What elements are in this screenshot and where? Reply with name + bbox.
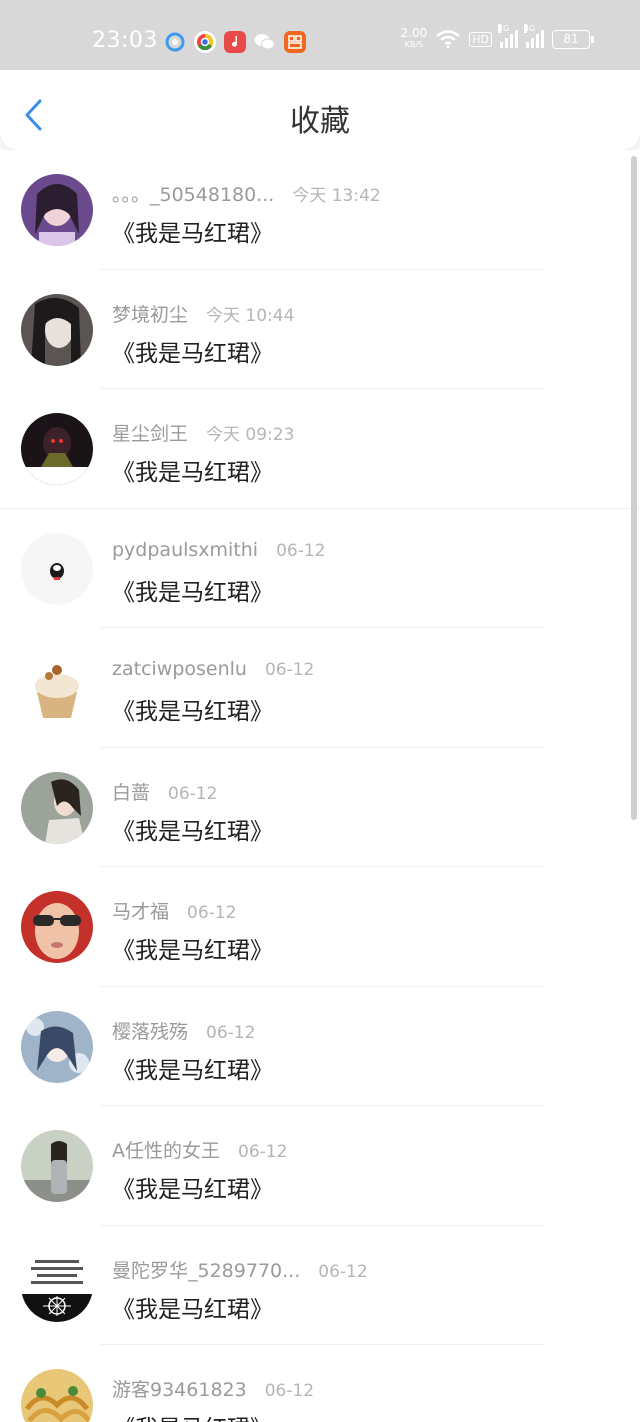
avatar[interactable] <box>21 532 93 605</box>
item-meta: 游客93461823 06-12 <box>112 1375 314 1402</box>
timestamp: 06-12 <box>168 783 218 804</box>
item-content[interactable]: 《我是马红珺》 <box>112 334 273 368</box>
page-title: 收藏 <box>290 104 350 139</box>
timestamp: 06-12 <box>238 1142 288 1162</box>
avatar[interactable] <box>21 652 93 724</box>
item-content[interactable]: 《我是马红珺》 <box>112 1290 273 1324</box>
hd-badge: HD <box>469 31 492 47</box>
battery-indicator: 81 <box>552 29 594 49</box>
item-meta: 梦境初尘 今天 10:44 <box>112 300 294 327</box>
item-meta: 。。。_50548180... 今天 13:42 <box>112 180 381 207</box>
timestamp: 06-12 <box>276 540 326 561</box>
list-item[interactable]: 曼陀罗华_5289770... 06-12 《我是马红珺》 <box>0 1226 640 1345</box>
item-content[interactable]: 《我是马红珺》 <box>112 1409 273 1422</box>
network-speed: 2.00 KB/S <box>400 26 428 49</box>
item-content[interactable]: 《我是马红珺》 <box>112 812 273 846</box>
status-bar: 23:03 2.00 KB/S HD 4G 4G 81 <box>0 0 640 70</box>
item-meta: pydpaulsxmithi 06-12 <box>112 539 326 561</box>
scrollbar[interactable] <box>631 156 637 820</box>
avatar[interactable] <box>21 1010 93 1083</box>
item-meta: 樱落残殇 06-12 <box>112 1017 255 1044</box>
status-time: 23:03 <box>92 28 158 53</box>
username[interactable]: 马才福 <box>112 897 169 924</box>
avatar[interactable] <box>21 1369 93 1422</box>
item-meta: 星尘剑王 今天 09:23 <box>112 419 294 446</box>
timestamp: 06-12 <box>318 1261 368 1282</box>
username[interactable]: 樱落残殇 <box>112 1017 188 1044</box>
signal-icon: 4G <box>524 24 544 48</box>
timestamp: 今天 13:42 <box>292 186 381 206</box>
avatar[interactable] <box>21 891 93 963</box>
item-meta: 白蔷 06-12 <box>112 778 217 805</box>
timestamp: 06-12 <box>206 1022 256 1043</box>
item-meta: 马才福 06-12 <box>112 897 236 924</box>
timestamp: 今天 09:23 <box>206 425 295 445</box>
list-item[interactable]: 。。。_50548180... 今天 13:42 《我是马红珺》 <box>0 150 640 270</box>
timestamp: 06-12 <box>264 1381 315 1401</box>
item-meta: A任性的女王 06-12 <box>112 1136 287 1163</box>
music-icon <box>224 31 246 53</box>
timestamp: 06-12 <box>264 660 315 680</box>
avatar[interactable] <box>21 1130 93 1202</box>
browser-icon <box>164 31 186 53</box>
list-item[interactable]: 白蔷 06-12 《我是马红珺》 <box>0 748 640 867</box>
item-content[interactable]: 《我是马红珺》 <box>112 453 273 487</box>
list-item[interactable]: A任性的女王 06-12 《我是马红珺》 <box>0 1106 640 1226</box>
app-header: 收藏 <box>0 70 640 150</box>
username[interactable]: 游客93461823 <box>112 1375 247 1402</box>
username[interactable]: 白蔷 <box>112 778 150 805</box>
list-item[interactable]: zatciwposenlu 06-12 《我是马红珺》 <box>0 628 640 748</box>
avatar[interactable] <box>21 771 93 844</box>
list-item[interactable]: 游客93461823 06-12 《我是马红珺》 <box>0 1345 640 1422</box>
item-content[interactable]: 《我是马红珺》 <box>112 214 273 248</box>
item-content[interactable]: 《我是马红珺》 <box>112 573 273 607</box>
favorites-list[interactable]: 。。。_50548180... 今天 13:42 《我是马红珺》 梦境初尘 今天… <box>0 150 640 1422</box>
timestamp: 今天 10:44 <box>206 305 295 326</box>
item-content[interactable]: 《我是马红珺》 <box>112 931 273 965</box>
signal-icon: 4G <box>498 24 518 48</box>
username[interactable]: 梦境初尘 <box>112 300 188 327</box>
username[interactable]: 。。。_50548180... <box>112 180 274 207</box>
wifi-icon <box>436 30 461 49</box>
item-meta: 曼陀罗华_5289770... 06-12 <box>112 1256 368 1283</box>
wechat-icon <box>254 31 276 53</box>
username[interactable]: 星尘剑王 <box>112 419 188 446</box>
username[interactable]: A任性的女王 <box>112 1136 220 1163</box>
chrome-icon <box>194 31 216 53</box>
username[interactable]: pydpaulsxmithi <box>112 539 258 561</box>
list-item[interactable]: 星尘剑王 今天 09:23 《我是马红珺》 <box>0 389 640 509</box>
list-item[interactable]: 樱落残殇 06-12 《我是马红珺》 <box>0 987 640 1106</box>
list-item[interactable]: 梦境初尘 今天 10:44 《我是马红珺》 <box>0 270 640 389</box>
avatar[interactable] <box>21 293 93 366</box>
app-icon <box>284 31 306 53</box>
username[interactable]: 曼陀罗华_5289770... <box>112 1256 300 1283</box>
avatar[interactable] <box>21 413 93 485</box>
list-item[interactable]: pydpaulsxmithi 06-12 《我是马红珺》 <box>0 509 640 628</box>
item-content[interactable]: 《我是马红珺》 <box>112 1170 273 1204</box>
status-indicators: 2.00 KB/S HD 4G 4G 81 <box>400 24 594 50</box>
avatar[interactable] <box>21 1249 93 1322</box>
item-content[interactable]: 《我是马红珺》 <box>112 1051 273 1085</box>
list-item[interactable]: 马才福 06-12 《我是马红珺》 <box>0 867 640 987</box>
timestamp: 06-12 <box>187 903 237 923</box>
item-meta: zatciwposenlu 06-12 <box>112 658 314 680</box>
item-content[interactable]: 《我是马红珺》 <box>112 692 273 726</box>
avatar[interactable] <box>21 174 93 246</box>
username[interactable]: zatciwposenlu <box>112 658 247 680</box>
notification-icons <box>164 31 306 53</box>
